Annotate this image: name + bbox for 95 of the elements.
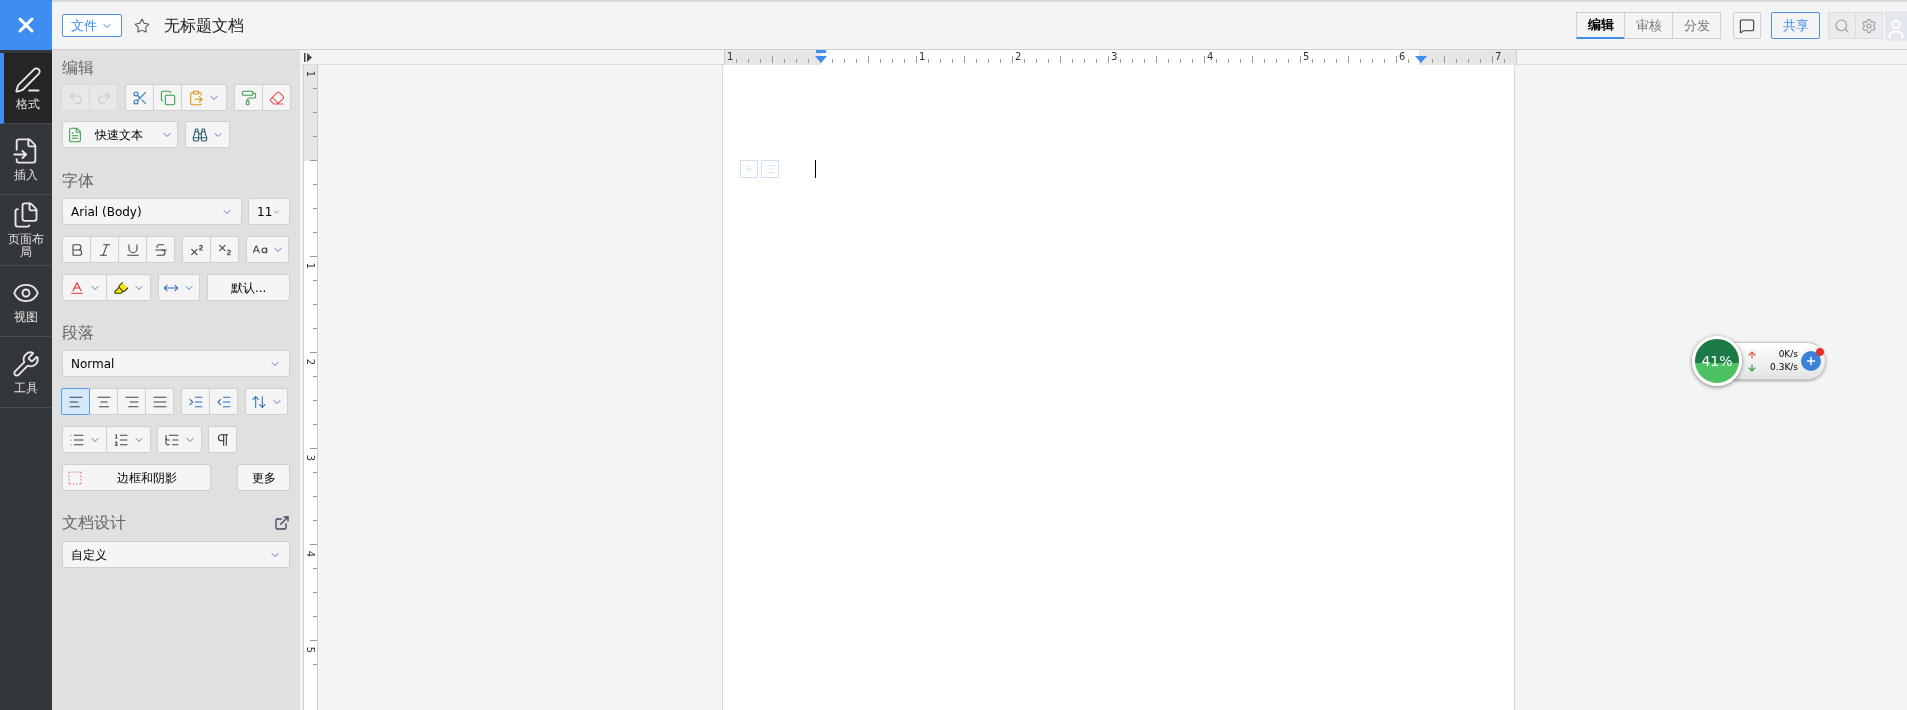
pen-icon [14,65,42,94]
settings-button[interactable] [1855,12,1883,39]
font-color-button[interactable] [62,274,107,301]
copy-button[interactable] [153,84,182,111]
style-select[interactable]: Normal [62,350,290,377]
font-color-icon [68,279,85,296]
format-painter-button[interactable] [234,84,263,111]
section-heading: 字体 [62,171,94,190]
rail-tab[interactable]: 格式 [0,53,52,124]
numbered-list-icon [112,431,129,448]
ruler-number: 2 [305,358,316,366]
eraser-icon [268,89,285,106]
find-dropdown[interactable] [185,121,230,148]
ruler-number: 3 [305,454,316,462]
show-marks-button[interactable] [208,426,237,453]
redo-icon [95,89,112,106]
paste-button[interactable] [181,84,227,111]
undo-icon [67,89,84,106]
ruler-number: 1 [727,49,734,63]
file-menu-button[interactable]: 文件 [62,14,122,37]
font-select[interactable]: Arial (Body) [62,198,242,225]
wrench-icon [12,349,40,378]
numbered-list-button[interactable] [106,426,151,453]
comment-icon [1739,17,1755,34]
ruler-number: 4 [305,550,316,558]
scissors-icon [131,89,148,106]
add-button[interactable] [1801,351,1821,371]
quick-text-dropdown[interactable]: 快速文本 [62,121,178,148]
change-case-button[interactable] [246,236,289,263]
strikethrough-button[interactable] [146,236,175,263]
ruler-number: 5 [1303,49,1310,63]
upload-arrow-icon [1747,349,1757,360]
binoculars-icon [191,126,208,143]
clear-format-button[interactable] [262,84,291,111]
section-heading: 段落 [62,323,94,342]
ruler-number: 3 [1111,49,1118,63]
comment-button[interactable] [1733,12,1761,39]
cut-button[interactable] [125,84,154,111]
italic-button[interactable] [90,236,119,263]
line-spacing-button[interactable] [245,388,288,415]
bold-button[interactable] [62,236,91,263]
ruler-number: 6 [1399,49,1406,63]
star-icon[interactable] [134,17,150,34]
indent-button[interactable] [181,388,210,415]
copy-icon [159,89,176,106]
section-heading: 编辑 [62,58,95,78]
ruler-number: 5 [305,646,316,654]
upload-speed: 0K/s [1778,348,1798,361]
ruler-number: 1 [305,262,316,270]
mode-tab[interactable]: 编辑 [1576,12,1625,39]
default-button[interactable]: 默认... [207,274,290,301]
ruler-number: 7 [1495,49,1502,63]
theme-select[interactable]: 自定义 [62,541,290,568]
settings-icon [1861,17,1877,34]
multilevel-list-button[interactable] [157,426,202,453]
download-arrow-icon [1747,362,1757,373]
clipboard-icon [188,89,204,106]
pages-icon [12,201,40,229]
mode-tab[interactable]: 分发 [1672,12,1721,39]
section-heading: 文档设计 [62,513,126,533]
align-button[interactable] [117,388,146,415]
close-button[interactable] [0,0,52,50]
underline-icon [124,241,141,258]
ruler-number: 1 [919,49,926,63]
external-link-icon[interactable] [274,515,290,531]
ruler-number: 2 [1015,49,1022,63]
document-title: 无标题文档 [164,14,244,37]
ruler-number: 1 [305,70,316,78]
align-button[interactable] [61,388,90,415]
character-spacing-button[interactable] [158,274,201,301]
bullet-list-button[interactable] [62,426,107,453]
indent-marker-icon[interactable] [815,49,827,64]
size-select[interactable]: 11 [248,198,290,225]
superscript-button[interactable] [182,236,211,263]
outdent-button[interactable] [209,388,238,415]
underline-button[interactable] [118,236,147,263]
search-icon [1834,17,1850,34]
download-speed: 0.3K/s [1770,361,1798,374]
search-button[interactable] [1828,12,1856,39]
ruler-toggle-icon[interactable] [304,52,312,62]
more-button[interactable]: 更多 [237,464,290,491]
subscript-button[interactable] [210,236,239,263]
align-button[interactable] [145,388,174,415]
border-icon [67,469,83,486]
borders-shading-button[interactable]: 边框和阴影 [62,464,211,491]
text-cursor [815,160,816,178]
ruler-number: 4 [1207,49,1214,63]
document-icon [67,126,83,143]
paint-roller-icon [240,89,257,106]
strikethrough-icon [152,241,169,258]
plus-icon [1805,355,1817,367]
mode-tab[interactable]: 审核 [1624,12,1673,39]
highlight-button[interactable] [106,274,151,301]
line-spacing-icon [250,393,267,410]
highlighter-icon [112,279,129,296]
